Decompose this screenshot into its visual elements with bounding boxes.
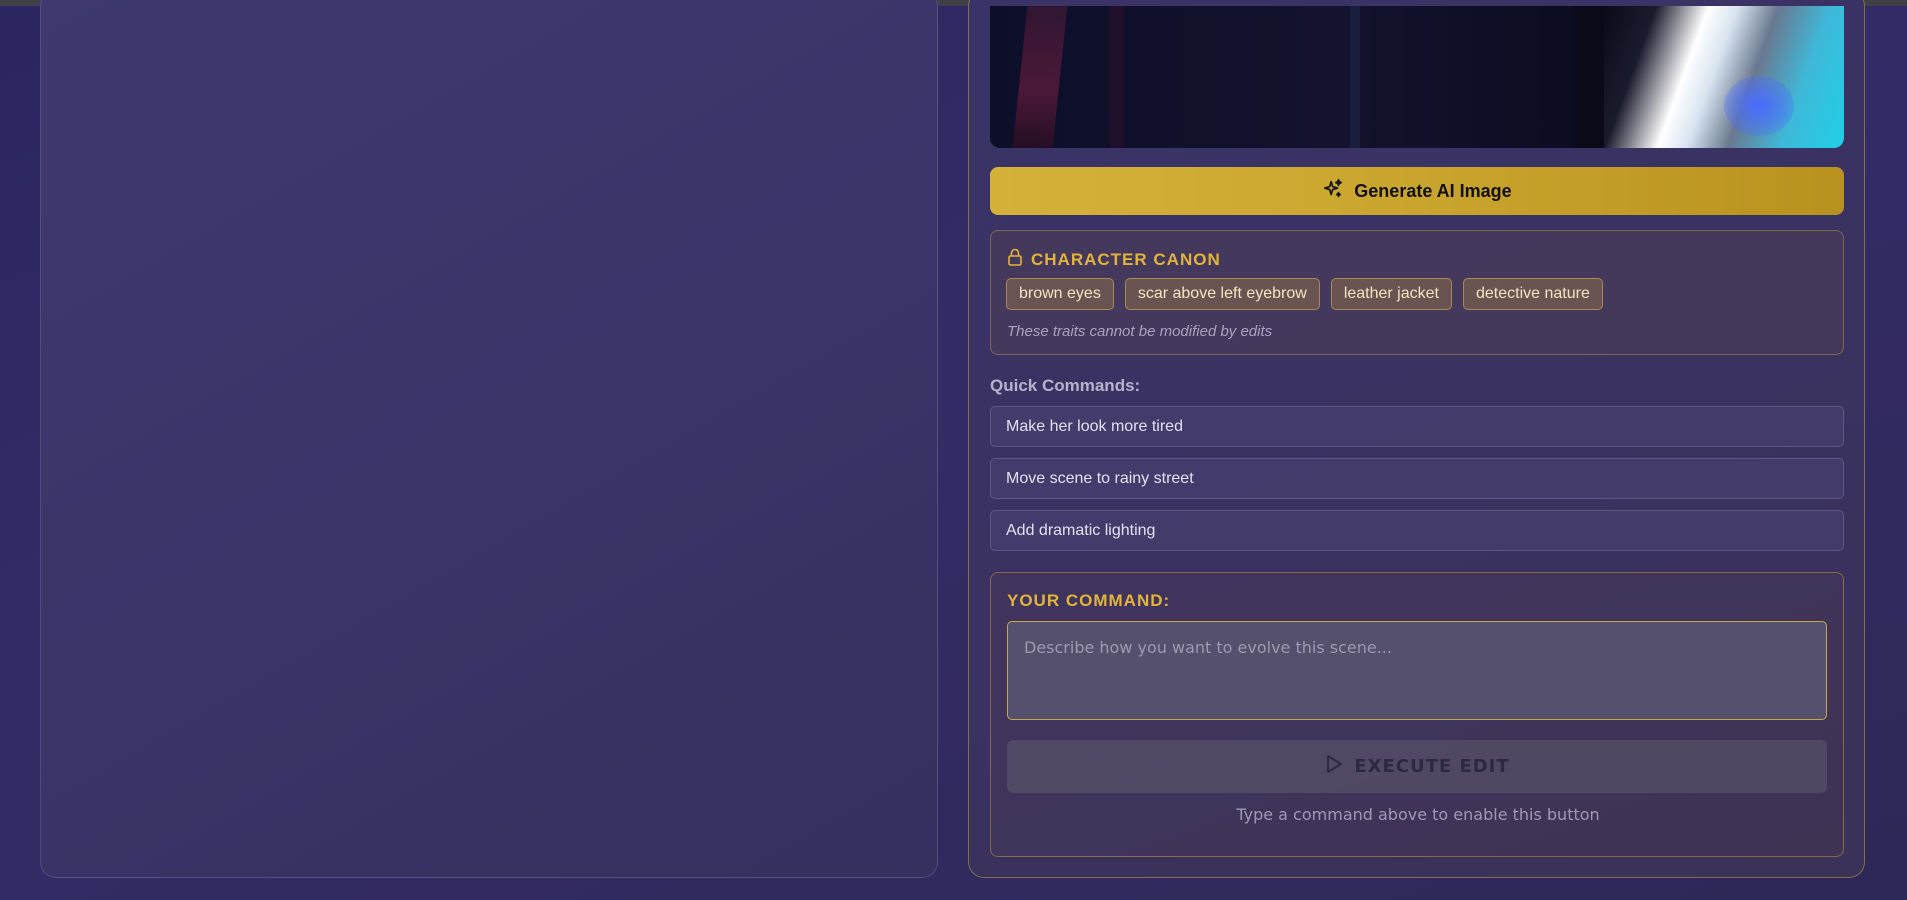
left-panel bbox=[40, 0, 938, 878]
trait-tag: leather jacket bbox=[1330, 278, 1452, 310]
lock-icon bbox=[1007, 248, 1023, 271]
quick-command-item[interactable]: Move scene to rainy street bbox=[990, 458, 1844, 499]
character-canon-panel: CHARACTER CANON brown eyes scar above le… bbox=[990, 230, 1844, 355]
command-input[interactable] bbox=[1007, 621, 1827, 720]
scene-image bbox=[990, 6, 1844, 148]
quick-command-item[interactable]: Add dramatic lighting bbox=[990, 510, 1844, 551]
execute-edit-label: EXECUTE EDIT bbox=[1354, 756, 1510, 777]
generate-ai-image-button[interactable]: Generate AI Image bbox=[990, 167, 1844, 215]
sparkles-icon bbox=[1322, 178, 1344, 205]
quick-command-item[interactable]: Make her look more tired bbox=[990, 406, 1844, 447]
canon-title: CHARACTER CANON bbox=[1031, 249, 1221, 269]
canon-note: These traits cannot be modified by edits bbox=[1007, 323, 1273, 340]
trait-tag: detective nature bbox=[1462, 278, 1603, 310]
canon-traits: brown eyes scar above left eyebrow leath… bbox=[1006, 278, 1603, 310]
trait-tag: scar above left eyebrow bbox=[1124, 278, 1320, 310]
execute-edit-button[interactable]: EXECUTE EDIT bbox=[1007, 740, 1827, 793]
play-icon bbox=[1324, 753, 1344, 780]
trait-tag: brown eyes bbox=[1006, 278, 1114, 310]
generate-button-label: Generate AI Image bbox=[1354, 180, 1512, 201]
execute-hint: Type a command above to enable this butt… bbox=[1236, 805, 1600, 824]
command-panel: YOUR COMMAND: EXECUTE EDIT Type a comman… bbox=[990, 572, 1844, 857]
command-label: YOUR COMMAND: bbox=[1007, 591, 1171, 610]
quick-commands-label: Quick Commands: bbox=[990, 376, 1141, 395]
